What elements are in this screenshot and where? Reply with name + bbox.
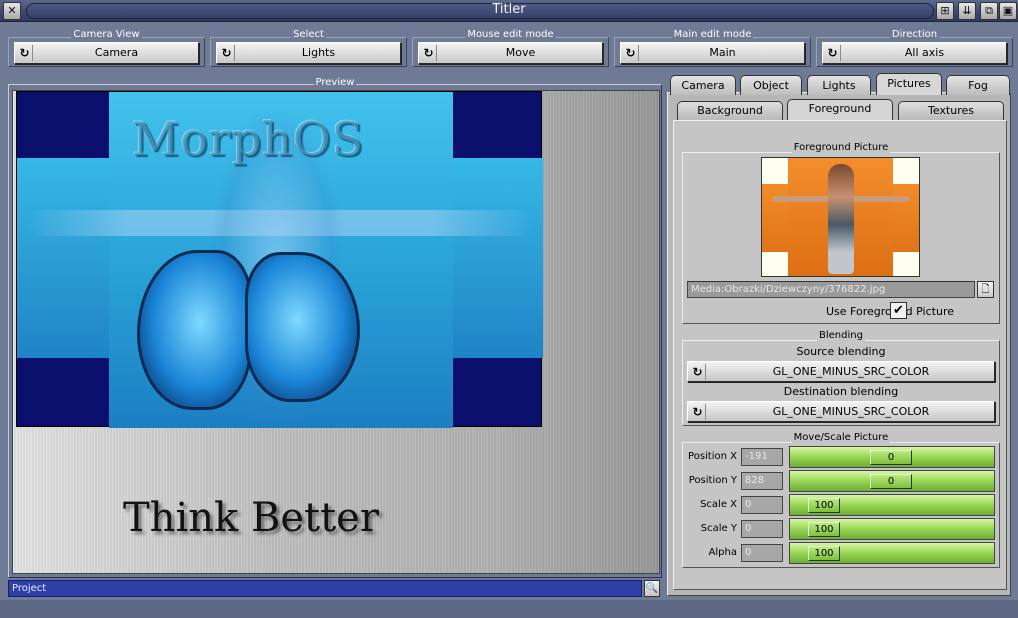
butterfly-left-wing (137, 250, 252, 410)
source-blending-value: GL_ONE_MINUS_SRC_COLOR (772, 365, 930, 378)
scale-x-knob[interactable]: 100 (808, 498, 840, 513)
overlay-title-text: MorphOS (132, 112, 365, 166)
cycle-icon: ↻ (421, 45, 437, 61)
camera-view-cycle[interactable]: ↻ Camera (14, 42, 199, 64)
mouse-edit-mode-value: Move (505, 46, 536, 59)
scale-y-slider[interactable]: 100 (789, 518, 995, 540)
direction-cycle[interactable]: ↻ All axis (822, 42, 1007, 64)
position-x-field[interactable]: -191 (741, 448, 783, 466)
preview-canvas[interactable]: MorphOS Think Better (12, 90, 660, 574)
cycle-icon: ↻ (690, 404, 706, 420)
cycle-icon: ↻ (825, 45, 841, 61)
cycle-icon: ↻ (219, 45, 235, 61)
main-edit-mode-group: Main edit mode ↻ Main (614, 29, 811, 67)
direction-label: Direction (889, 29, 940, 40)
tagline-text: Think Better (123, 495, 379, 541)
tab-lights[interactable]: Lights (807, 75, 871, 95)
preview-label: Preview (313, 77, 357, 88)
foreground-path-field[interactable]: Media:Obrazki/Dziewczyny/376822.jpg (687, 281, 975, 298)
mouse-edit-mode-group: Mouse edit mode ↻ Move (412, 29, 609, 67)
scale-x-field[interactable]: 0 (741, 496, 783, 514)
camera-view-value: Camera (94, 46, 139, 59)
scale-x-label: Scale X (700, 499, 737, 510)
tab-pictures[interactable]: Pictures (876, 73, 942, 95)
use-foreground-checkbox[interactable]: ✔ (890, 302, 907, 319)
main-edit-mode-label: Main edit mode (671, 29, 754, 40)
destination-blending-label: Destination blending (783, 385, 899, 398)
direction-value: All axis (904, 46, 945, 59)
alpha-slider[interactable]: 100 (789, 542, 995, 564)
subtab-textures[interactable]: Textures (898, 101, 1004, 120)
tab-fog[interactable]: Fog (946, 75, 1010, 95)
camera-view-label: Camera View (71, 29, 142, 40)
alpha-label: Alpha (708, 547, 737, 558)
title-bar[interactable]: ✕ Titler ⊞ ⇊ ⧉ ▣ (0, 0, 1018, 22)
source-blending-label: Source blending (796, 345, 886, 358)
scale-y-field[interactable]: 0 (741, 520, 783, 538)
position-y-slider[interactable]: 0 (789, 470, 995, 492)
alpha-field[interactable]: 0 (741, 544, 783, 562)
mouse-edit-mode-label: Mouse edit mode (465, 29, 556, 40)
bottom-strip (0, 600, 1018, 618)
main-edit-mode-value: Main (709, 46, 736, 59)
position-y-label: Position Y (688, 475, 737, 486)
move-scale-title: Move/Scale Picture (791, 432, 891, 443)
source-blending-cycle[interactable]: ↻ GL_ONE_MINUS_SRC_COLOR (687, 361, 995, 382)
direction-group: Direction ↻ All axis (816, 29, 1013, 67)
blending-title: Blending (817, 330, 865, 341)
foreground-thumbnail (761, 157, 920, 277)
depth-icon[interactable]: ⧉ (980, 2, 998, 20)
destination-blending-cycle[interactable]: ↻ GL_ONE_MINUS_SRC_COLOR (687, 401, 995, 422)
tab-object[interactable]: Object (740, 75, 802, 95)
select-cycle[interactable]: ↻ Lights (216, 42, 401, 64)
scale-x-slider[interactable]: 100 (789, 494, 995, 516)
project-field[interactable]: Project (8, 580, 642, 597)
cycle-icon: ↻ (17, 45, 33, 61)
select-label: Select (291, 29, 326, 40)
tab-camera[interactable]: Camera (670, 75, 736, 95)
file-requester-icon[interactable]: 🗋 (977, 281, 994, 298)
butterfly-right-wing (245, 252, 360, 402)
preview-background-picture: MorphOS (16, 91, 543, 428)
subtab-background[interactable]: Background (677, 101, 783, 120)
main-edit-mode-cycle[interactable]: ↻ Main (620, 42, 805, 64)
select-group: Select ↻ Lights (210, 29, 407, 67)
position-x-slider[interactable]: 0 (789, 446, 995, 468)
zoom-icon[interactable]: ▣ (999, 2, 1017, 20)
cycle-icon: ↻ (690, 364, 706, 380)
iconify-icon[interactable]: ⊞ (936, 2, 954, 20)
position-x-knob[interactable]: 0 (870, 450, 912, 465)
snapshot-icon[interactable]: ⇊ (958, 2, 976, 20)
thumbnail-figure (828, 164, 854, 274)
alpha-knob[interactable]: 100 (808, 546, 840, 561)
window-title: Titler (492, 2, 526, 17)
project-search-icon[interactable]: 🔍 (644, 580, 660, 597)
position-y-knob[interactable]: 0 (870, 474, 912, 489)
select-value: Lights (301, 46, 336, 59)
position-y-field[interactable]: 828 (741, 472, 783, 490)
scale-y-knob[interactable]: 100 (808, 522, 840, 537)
subtab-foreground[interactable]: Foreground (787, 99, 893, 120)
scale-y-label: Scale Y (700, 523, 737, 534)
mouse-edit-mode-cycle[interactable]: ↻ Move (418, 42, 603, 64)
cycle-icon: ↻ (623, 45, 639, 61)
foreground-picture-title: Foreground Picture (791, 142, 891, 153)
position-x-label: Position X (688, 451, 737, 462)
toolbar: Camera View ↻ Camera Select ↻ Lights Mou… (0, 23, 1018, 75)
destination-blending-value: GL_ONE_MINUS_SRC_COLOR (772, 405, 930, 418)
camera-view-group: Camera View ↻ Camera (8, 29, 205, 67)
